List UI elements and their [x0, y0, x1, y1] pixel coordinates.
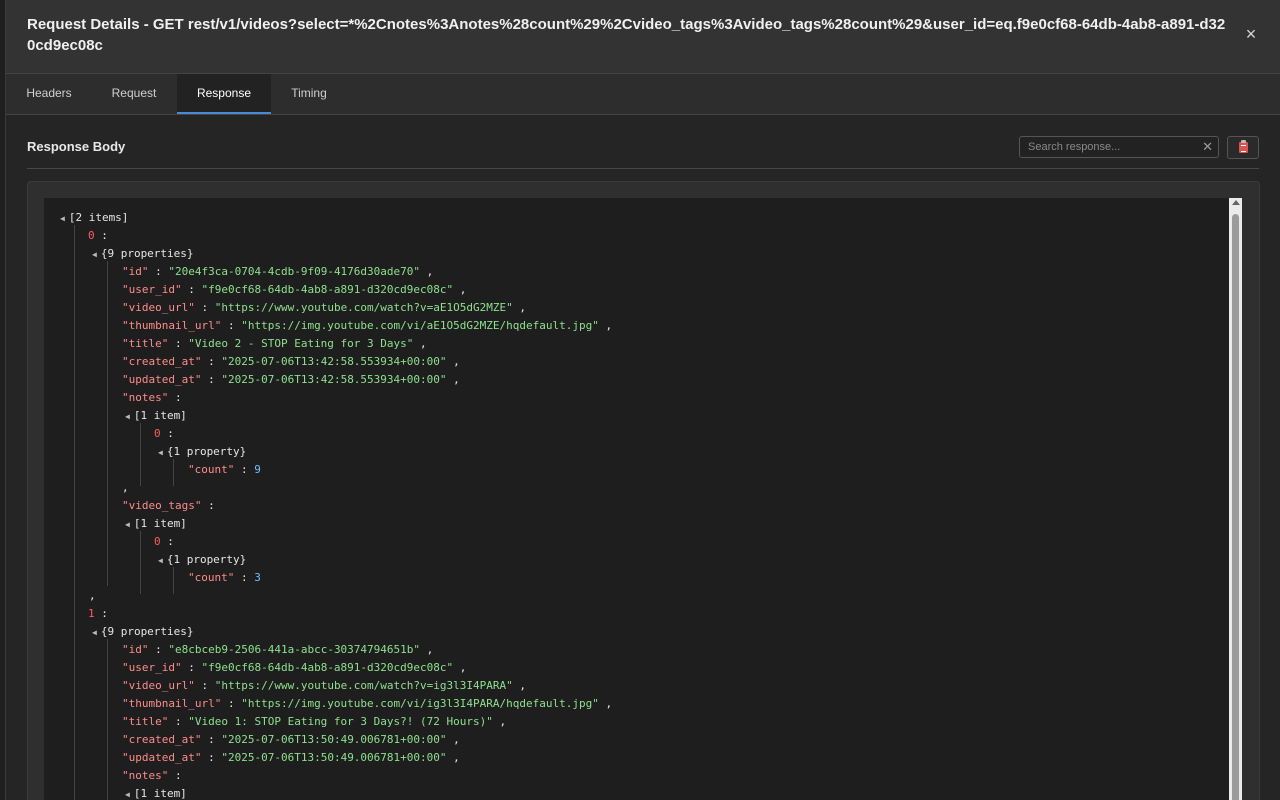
json-field: "id" : "e8cbceb9-2506-441a-abcc-30374794…: [122, 643, 434, 656]
indent-guide: [140, 531, 141, 594]
json-tree-view: ◀ [2 items] 0 : ◀ {9 properties} "id" : "2…: [44, 198, 1229, 800]
collapse-caret-icon[interactable]: ◀: [158, 556, 163, 565]
tab-timing[interactable]: Timing: [271, 74, 347, 114]
json-item-index: 0 :: [154, 427, 174, 440]
search-response-box: ✕: [1019, 136, 1219, 158]
dialog-title: Request Details - GET rest/v1/videos?sel…: [27, 16, 1226, 54]
json-object-line: ◀ {9 properties}: [92, 247, 194, 260]
tab-bar: Headers Request Response Timing: [6, 74, 1280, 115]
json-field-notes: "notes" :: [122, 769, 182, 782]
copy-response-button[interactable]: [1227, 136, 1259, 159]
json-field-video-tags: "video_tags" :: [122, 499, 215, 512]
search-response-input[interactable]: [1020, 137, 1200, 157]
json-object-line: ◀ {1 property}: [158, 553, 247, 566]
tab-response[interactable]: Response: [177, 74, 271, 114]
indent-guide: [173, 459, 174, 486]
json-field: "count" : 9: [188, 463, 261, 476]
json-separator: ,: [89, 589, 96, 602]
json-array-line: ◀ [1 item]: [125, 787, 187, 800]
json-object-line: ◀ {9 properties}: [92, 625, 194, 638]
json-field: "video_url" : "https://www.youtube.com/w…: [122, 679, 526, 692]
indent-guide: [173, 567, 174, 594]
response-tab-content: Response Body ✕ ◀[2 items] 0 :: [6, 115, 1280, 800]
indent-guide: [140, 423, 141, 486]
json-field: "video_url" : "https://www.youtube.com/w…: [122, 301, 526, 314]
json-array-line: ◀ [1 item]: [125, 409, 187, 422]
json-field: "count" : 3: [188, 571, 261, 584]
close-button[interactable]: ×: [1241, 24, 1261, 44]
json-item-index: 1 :: [88, 607, 108, 620]
json-field: "title" : "Video 1: STOP Eating for 3 Da…: [122, 715, 507, 728]
json-field: "created_at" : "2025-07-06T13:50:49.0067…: [122, 733, 460, 746]
json-field: "thumbnail_url" : "https://img.youtube.c…: [122, 697, 613, 710]
collapse-caret-icon[interactable]: ◀: [60, 214, 65, 223]
json-field: "updated_at" : "2025-07-06T13:42:58.5539…: [122, 373, 460, 386]
json-root-line: ◀ [2 items]: [60, 211, 129, 224]
scroll-up-arrow-icon[interactable]: [1231, 200, 1240, 205]
json-field: "updated_at" : "2025-07-06T13:50:49.0067…: [122, 751, 460, 764]
json-field-notes: "notes" :: [122, 391, 182, 404]
json-field: "id" : "20e4f3ca-0704-4cdb-9f09-4176d30a…: [122, 265, 434, 278]
json-field: "user_id" : "f9e0cf68-64db-4ab8-a891-d32…: [122, 283, 467, 296]
tab-headers[interactable]: Headers: [6, 74, 92, 114]
json-field: "created_at" : "2025-07-06T13:42:58.5539…: [122, 355, 460, 368]
tab-request[interactable]: Request: [92, 74, 176, 114]
json-field: "thumbnail_url" : "https://img.youtube.c…: [122, 319, 613, 332]
json-item-index: 0 :: [154, 535, 174, 548]
collapse-caret-icon[interactable]: ◀: [125, 412, 130, 421]
clear-search-icon[interactable]: ✕: [1202, 139, 1213, 155]
scrollbar-thumb[interactable]: [1232, 214, 1239, 800]
dialog-header: Request Details - GET rest/v1/videos?sel…: [6, 0, 1280, 74]
indent-guide: [107, 639, 108, 800]
collapse-caret-icon[interactable]: ◀: [92, 628, 97, 637]
collapse-caret-icon[interactable]: ◀: [92, 250, 97, 259]
json-item-index: 0 :: [88, 229, 108, 242]
json-field: "title" : "Video 2 - STOP Eating for 3 D…: [122, 337, 427, 350]
indent-guide: [107, 261, 108, 586]
response-body-heading: Response Body: [27, 139, 126, 154]
collapse-caret-icon[interactable]: ◀: [125, 520, 130, 529]
json-field: "user_id" : "f9e0cf68-64db-4ab8-a891-d32…: [122, 661, 467, 674]
collapse-caret-icon[interactable]: ◀: [158, 448, 163, 457]
json-object-line: ◀ {1 property}: [158, 445, 247, 458]
section-divider: [27, 168, 1259, 169]
collapse-caret-icon[interactable]: ◀: [125, 790, 130, 799]
clipboard-icon: [1239, 140, 1248, 153]
json-scrollbar[interactable]: [1229, 198, 1242, 800]
indent-guide: [74, 225, 75, 800]
json-panel: ◀ [2 items] 0 : ◀ {9 properties} "id" : "2…: [27, 181, 1260, 800]
request-details-dialog: Request Details - GET rest/v1/videos?sel…: [5, 0, 1280, 800]
json-separator: ,: [122, 481, 129, 494]
json-array-line: ◀ [1 item]: [125, 517, 187, 530]
